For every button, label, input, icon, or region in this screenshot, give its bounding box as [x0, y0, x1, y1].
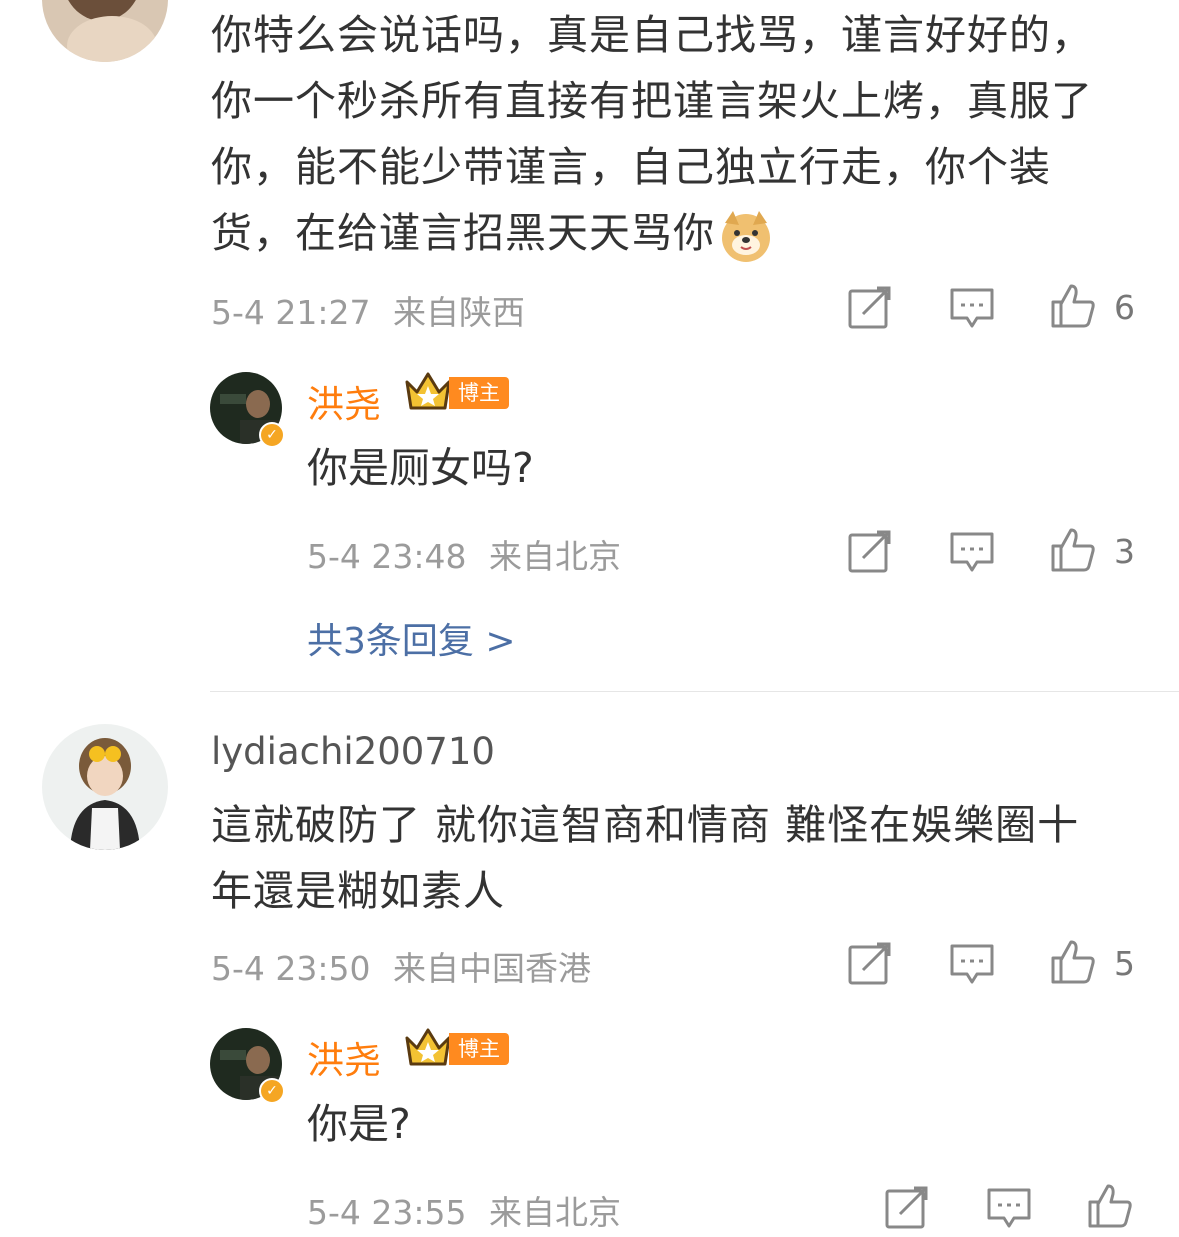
comment-text: 這就破防了 就你這智商和情商 難怪在娛樂圈十年還是糊如素人 [211, 801, 1080, 915]
repost-icon[interactable] [847, 940, 893, 986]
like-icon[interactable] [1086, 1182, 1132, 1228]
avatar[interactable] [42, 724, 168, 850]
reply-location: 来自北京 [489, 1193, 621, 1232]
divider [210, 691, 1179, 692]
doge-emoji-icon [719, 209, 773, 263]
repost-icon[interactable] [884, 1184, 930, 1230]
comment-time: 5-4 21:27 [211, 293, 371, 332]
like-icon[interactable] [1049, 526, 1095, 572]
avatar[interactable] [42, 0, 168, 62]
reply-username[interactable]: 洪尧 [307, 374, 381, 428]
crown-icon [403, 370, 453, 416]
comment-username[interactable]: lydiachi200710 [211, 730, 495, 773]
blogger-badge: 博主 [403, 372, 509, 410]
reply-meta: 5-4 23:48 来自北京 [307, 530, 621, 578]
badge-label: 博主 [449, 1033, 509, 1065]
comment-location: 来自陕西 [393, 293, 525, 332]
more-replies-link[interactable]: 共3条回复 > [307, 612, 516, 664]
like-icon[interactable] [1049, 938, 1095, 984]
repost-icon[interactable] [847, 528, 893, 574]
like-icon[interactable] [1049, 282, 1095, 328]
comment-icon[interactable] [949, 942, 995, 988]
blogger-badge: 博主 [403, 1028, 509, 1066]
comment-icon[interactable] [986, 1186, 1032, 1232]
repost-icon[interactable] [847, 284, 893, 330]
reply-location: 来自北京 [489, 537, 621, 576]
comment-meta: 5-4 23:50 来自中国香港 [211, 942, 591, 990]
comment-meta: 5-4 21:27 来自陕西 [211, 286, 525, 334]
crown-icon [403, 1026, 453, 1072]
reply-username[interactable]: 洪尧 [307, 1030, 381, 1084]
reply-time: 5-4 23:55 [307, 1193, 467, 1232]
badge-label: 博主 [449, 377, 509, 409]
reply-time: 5-4 23:48 [307, 537, 467, 576]
comment-location: 来自中国香港 [393, 949, 591, 988]
reply-text: 你是? [307, 1100, 411, 1148]
comment-text: 你特么会说话吗，真是自己找骂，谨言好好的，你一个秒杀所有直接有把谨言架火上烤，真… [211, 2, 1111, 266]
comment-icon[interactable] [949, 286, 995, 332]
like-count: 6 [1114, 288, 1135, 327]
verified-icon: ✓ [259, 1078, 285, 1104]
reply-text: 你是厕女吗? [307, 444, 534, 492]
reply-meta: 5-4 23:55 来自北京 [307, 1186, 621, 1234]
verified-icon: ✓ [259, 422, 285, 448]
like-count: 3 [1114, 532, 1135, 571]
comment-time: 5-4 23:50 [211, 949, 371, 988]
comment-icon[interactable] [949, 530, 995, 576]
like-count: 5 [1114, 944, 1135, 983]
